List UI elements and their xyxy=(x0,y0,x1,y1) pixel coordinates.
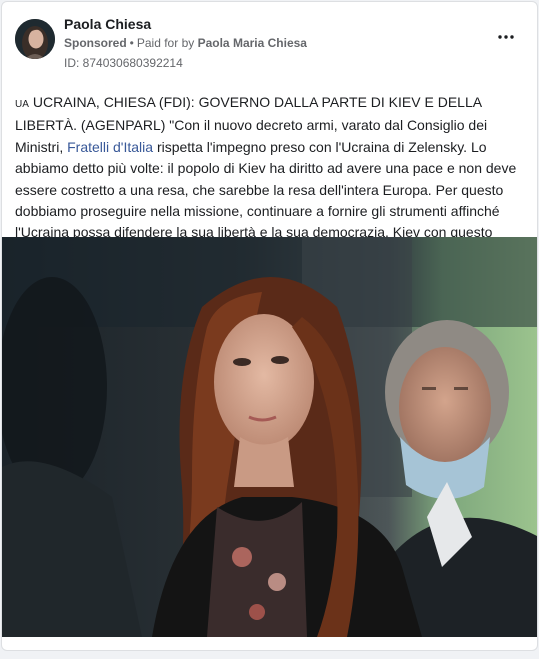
ukraine-flag-icon: UA xyxy=(15,99,29,110)
photo-image xyxy=(2,237,537,637)
profile-avatar[interactable] xyxy=(15,19,55,59)
post-photo[interactable] xyxy=(2,237,537,637)
paid-for-name[interactable]: Paola Maria Chiesa xyxy=(198,36,307,50)
post-header: Paola Chiesa Sponsored • Paid for by Paola… xyxy=(2,2,537,78)
author-name[interactable]: Paola Chiesa xyxy=(64,16,151,32)
fratelli-ditalia-link[interactable]: Fratelli d'Italia xyxy=(67,139,153,155)
ad-id: ID: 874030680392214 xyxy=(64,56,183,70)
avatar-image xyxy=(15,19,55,59)
separator-dot: • xyxy=(129,36,134,50)
paid-for-prefix: Paid for by xyxy=(136,36,195,50)
sponsored-line: Sponsored • Paid for by Paola Maria Chiesa xyxy=(64,36,307,50)
sponsored-label: Sponsored xyxy=(64,36,127,50)
ad-post-card: Paola Chiesa Sponsored • Paid for by Paola… xyxy=(1,1,538,651)
more-options-icon[interactable] xyxy=(495,30,517,44)
